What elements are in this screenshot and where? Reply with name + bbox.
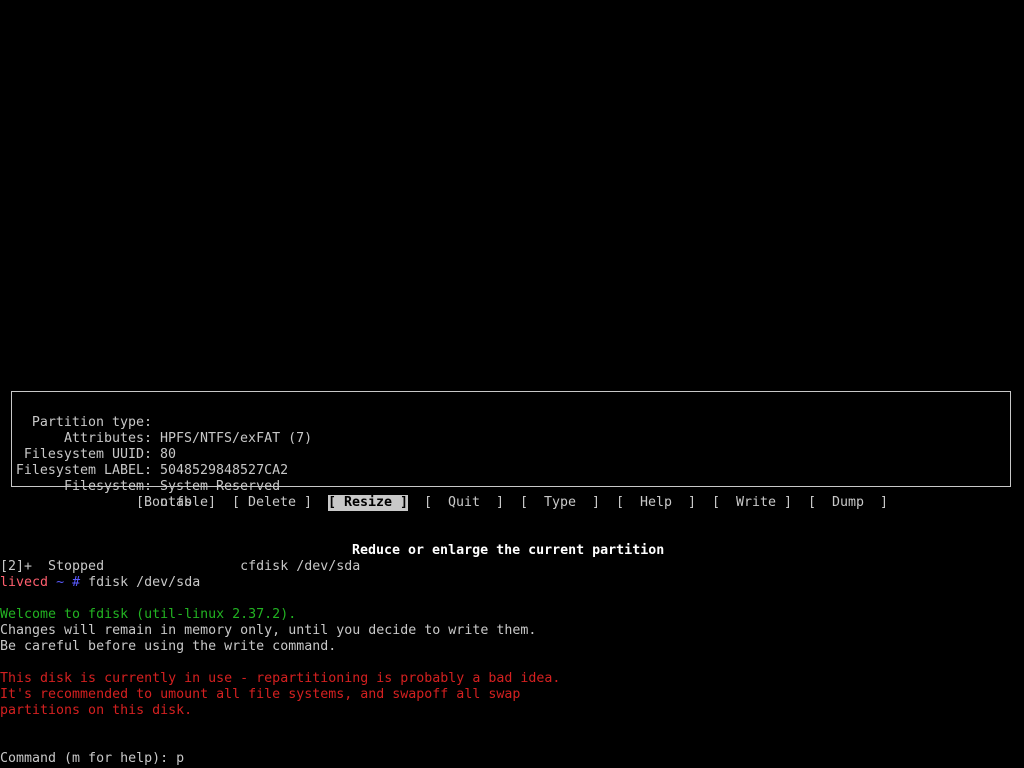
partitions-on-disk-line: partitions on this disk. — [0, 703, 193, 718]
careful-write-line: Be careful before using the write comman… — [0, 639, 337, 654]
cfdisk-menu: [Bootable] [ Delete ] [ Resize ] [ Quit … — [0, 495, 1024, 511]
menu-bootable[interactable]: [Bootable] — [136, 495, 216, 511]
partition-type-row: Partition type: HPFS/NTFS/exFAT (7) — [12, 399, 1010, 446]
menu-help-text: Reduce or enlarge the current partition — [352, 543, 665, 558]
shell-prompt-line: livecd ~ # fdisk /dev/sda — [0, 575, 200, 591]
fdisk-welcome-line: Welcome to fdisk (util-linux 2.37.2). — [0, 607, 297, 622]
umount-recommendation: It's recommended to umount all file syst… — [0, 687, 521, 702]
filesystem-uuid-row: Filesystem UUID: 5048529848527CA2 — [12, 431, 1010, 478]
job-status-line: [2]+ Stopped cfdisk /dev/sda — [0, 559, 361, 574]
menu-delete[interactable]: [ Delete ] — [232, 495, 312, 511]
filesystem-label-row: Filesystem LABEL: System Reserved — [12, 447, 1010, 494]
menu-resize[interactable]: [ Resize ] — [328, 495, 409, 511]
menu-dump[interactable]: [ Dump ] — [808, 495, 888, 511]
changes-memory-line: Changes will remain in memory only, unti… — [0, 623, 537, 638]
menu-type[interactable]: [ Type ] — [520, 495, 600, 511]
filesystem-type-label: Filesystem: — [63, 479, 152, 494]
prompt-command: fdisk /dev/sda — [88, 575, 201, 590]
menu-help[interactable]: [ Help ] — [616, 495, 696, 511]
menu-write[interactable]: [ Write ] — [712, 495, 792, 511]
fdisk-command-prompt[interactable]: Command (m for help): p — [0, 751, 184, 767]
filesystem-label-value: System Reserved — [160, 479, 281, 494]
filesystem-row: Filesystem: ntfs — [12, 463, 1010, 510]
prompt-symbol: # — [72, 575, 81, 590]
partition-info-box: Partition type: HPFS/NTFS/exFAT (7) Attr… — [11, 391, 1011, 510]
prompt-host: livecd — [0, 575, 49, 590]
disk-in-use-warning: This disk is currently in use - repartit… — [0, 671, 561, 686]
menu-quit[interactable]: [ Quit ] — [424, 495, 504, 511]
prompt-dir: ~ — [56, 575, 65, 590]
attributes-row: Attributes: 80 — [12, 415, 1010, 462]
